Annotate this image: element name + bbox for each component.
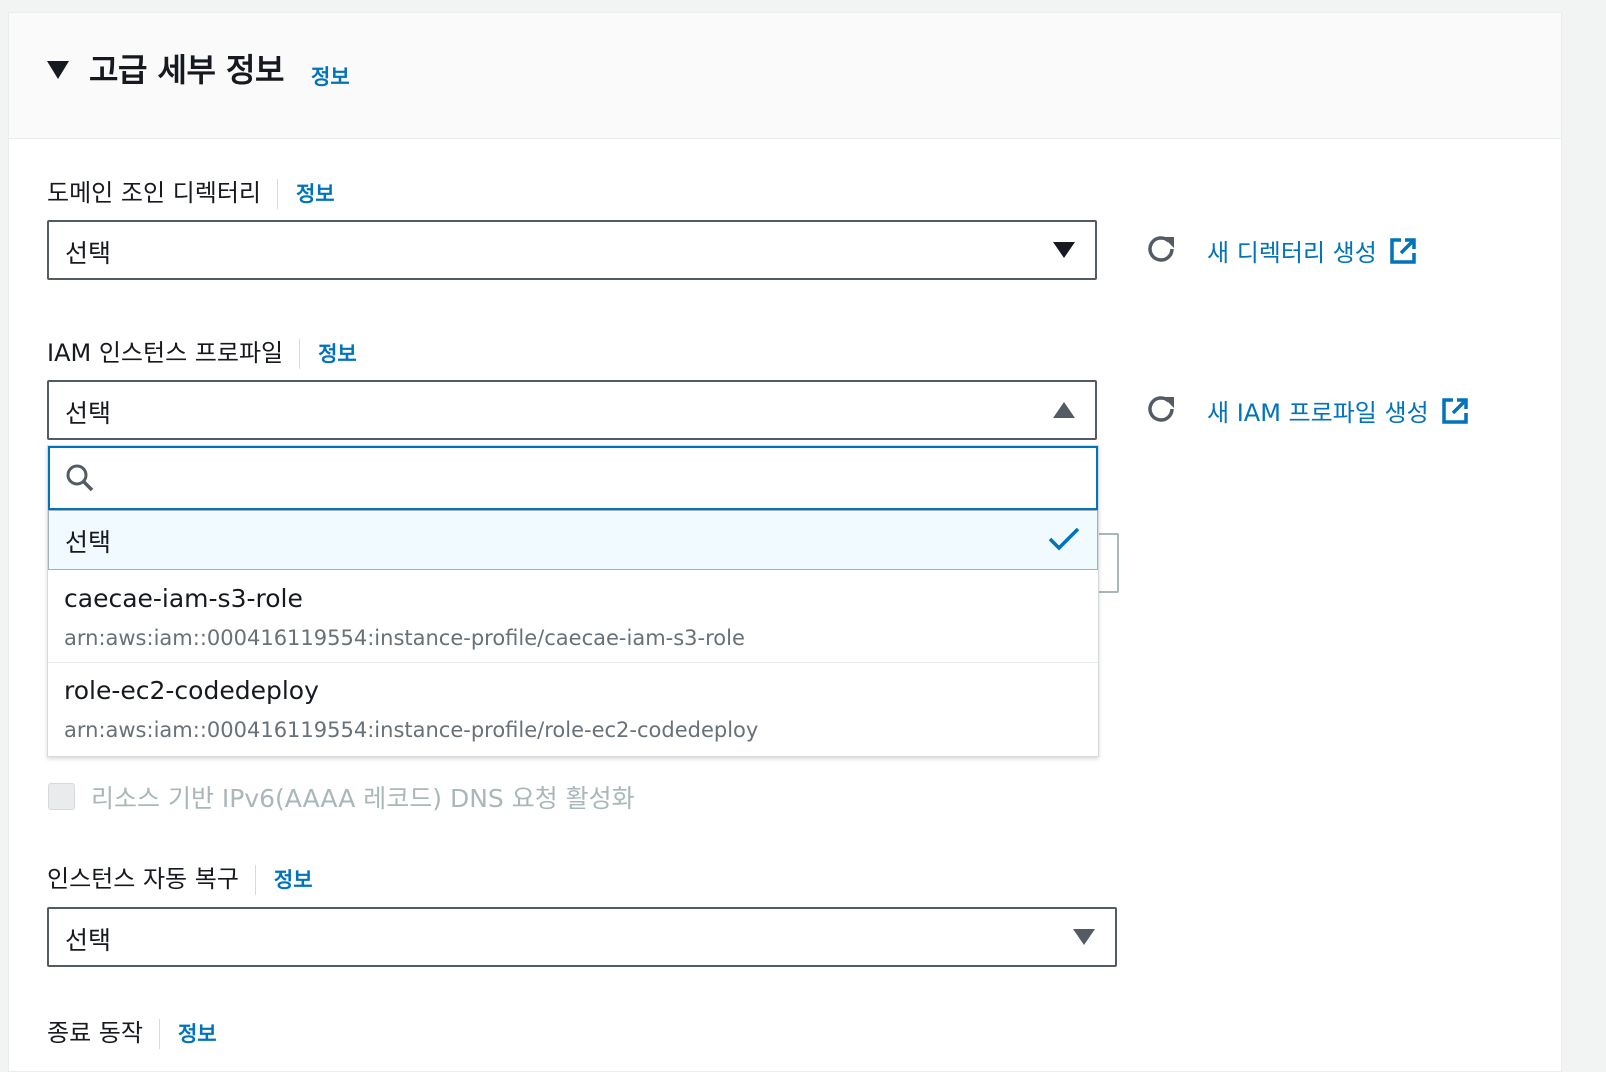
shutdown-behavior-label: 종료 동작 <box>47 1019 143 1047</box>
refresh-directory-icon[interactable] <box>1143 231 1179 267</box>
chevron-down-icon <box>1053 242 1075 258</box>
chevron-down-icon <box>1073 929 1095 945</box>
label-divider <box>158 1019 160 1049</box>
domain-join-select-value: 선택 <box>65 239 112 268</box>
dropdown-option[interactable]: role-ec2-codedeploy arn:aws:iam::0004161… <box>48 662 1098 754</box>
auto-recovery-label-row: 인스턴스 자동 복구 정보 <box>47 859 313 895</box>
option-description: arn:aws:iam::000416119554:instance-profi… <box>64 718 759 742</box>
label-divider <box>254 865 256 895</box>
shutdown-behavior-label-row: 종료 동작 정보 <box>47 1013 217 1049</box>
section-title: 고급 세부 정보 <box>89 51 284 89</box>
iam-profile-label: IAM 인스턴스 프로파일 <box>47 339 284 367</box>
dropdown-search-input[interactable] <box>110 458 1084 500</box>
dropdown-option[interactable]: caecae-iam-s3-role arn:aws:iam::00041611… <box>48 570 1098 662</box>
iam-profile-select-value: 선택 <box>65 399 112 428</box>
dns-ipv6-checkbox[interactable] <box>48 783 75 810</box>
iam-profile-select[interactable]: 선택 <box>47 380 1097 440</box>
search-icon <box>66 464 94 492</box>
auto-recovery-select-value: 선택 <box>65 926 112 955</box>
option-label: role-ec2-codedeploy <box>64 676 319 705</box>
option-label: 선택 <box>65 528 112 557</box>
iam-profile-dropdown: 선택 caecae-iam-s3-role arn:aws:iam::00041… <box>47 445 1099 757</box>
create-iam-profile-link[interactable]: 새 IAM 프로파일 생성 <box>1207 393 1469 428</box>
expand-caret-icon[interactable] <box>47 61 69 79</box>
check-icon <box>1048 527 1080 551</box>
label-divider <box>299 339 301 369</box>
auto-recovery-label: 인스턴스 자동 복구 <box>47 865 239 893</box>
auto-recovery-info-link[interactable]: 정보 <box>274 868 313 892</box>
panel-header[interactable]: 고급 세부 정보 정보 <box>9 13 1561 139</box>
external-link-icon <box>1390 237 1416 264</box>
option-label: caecae-iam-s3-role <box>64 584 303 613</box>
domain-join-label: 도메인 조인 디렉터리 <box>47 179 261 207</box>
create-directory-label: 새 디렉터리 생성 <box>1207 239 1377 267</box>
refresh-iam-profile-icon[interactable] <box>1143 391 1179 427</box>
domain-join-info-link[interactable]: 정보 <box>296 182 335 206</box>
chevron-up-icon <box>1053 402 1075 418</box>
dropdown-option-selected[interactable]: 선택 <box>48 510 1098 570</box>
domain-join-label-row: 도메인 조인 디렉터리 정보 <box>47 173 335 209</box>
dropdown-search-box[interactable] <box>48 446 1098 510</box>
domain-join-select[interactable]: 선택 <box>47 220 1097 280</box>
auto-recovery-select[interactable]: 선택 <box>47 907 1117 967</box>
advanced-details-panel: 고급 세부 정보 정보 도메인 조인 디렉터리 정보 선택 새 디렉터리 생성 I… <box>8 12 1562 1072</box>
create-iam-profile-label: 새 IAM 프로파일 생성 <box>1207 399 1429 427</box>
shutdown-behavior-info-link[interactable]: 정보 <box>178 1022 217 1046</box>
external-link-icon <box>1441 397 1468 424</box>
create-directory-link[interactable]: 새 디렉터리 생성 <box>1207 233 1417 268</box>
option-description: arn:aws:iam::000416119554:instance-profi… <box>64 626 745 650</box>
iam-profile-info-link[interactable]: 정보 <box>318 342 357 366</box>
section-info-link[interactable]: 정보 <box>311 61 350 91</box>
dns-ipv6-checkbox-label: 리소스 기반 IPv6(AAAA 레코드) DNS 요청 활성화 <box>91 784 635 813</box>
iam-profile-label-row: IAM 인스턴스 프로파일 정보 <box>47 333 357 369</box>
label-divider <box>276 179 278 209</box>
